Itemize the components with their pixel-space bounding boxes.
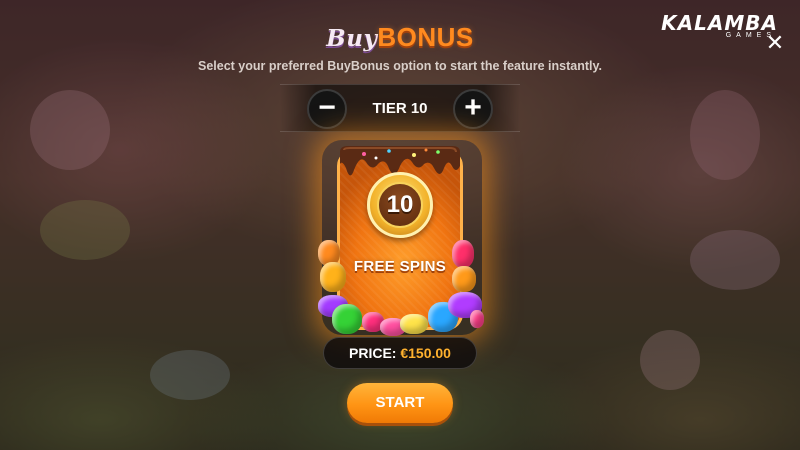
buy-bonus-subtitle: Select your preferred BuyBonus option to… bbox=[198, 59, 602, 73]
gummy-candy bbox=[400, 314, 428, 334]
start-button[interactable]: START bbox=[347, 383, 453, 423]
tier-selector: − TIER 10 + bbox=[280, 84, 520, 132]
title-buy-text: Buy bbox=[326, 25, 378, 52]
title-bonus-text: BONUS bbox=[377, 22, 474, 52]
close-icon[interactable]: ✕ bbox=[765, 32, 785, 54]
spins-count-badge: 10 bbox=[367, 172, 433, 238]
tier-label: TIER 10 bbox=[372, 100, 428, 117]
gummy-candy bbox=[452, 266, 476, 292]
free-spins-label: FREE SPINS bbox=[353, 258, 447, 275]
gummy-candy bbox=[320, 262, 346, 292]
tier-increase-button[interactable]: + bbox=[453, 89, 493, 129]
gummy-candy bbox=[470, 310, 484, 328]
gummy-candy bbox=[452, 240, 474, 268]
price-value: €150.00 bbox=[400, 345, 451, 361]
kalamba-logo: KALAMBA GAMES bbox=[661, 11, 778, 39]
tier-decrease-button[interactable]: − bbox=[307, 89, 347, 129]
price-display: PRICE: €150.00 bbox=[323, 337, 477, 369]
spins-count: 10 bbox=[377, 182, 423, 228]
gummy-candy bbox=[332, 304, 362, 334]
price-label: PRICE: bbox=[349, 345, 401, 361]
